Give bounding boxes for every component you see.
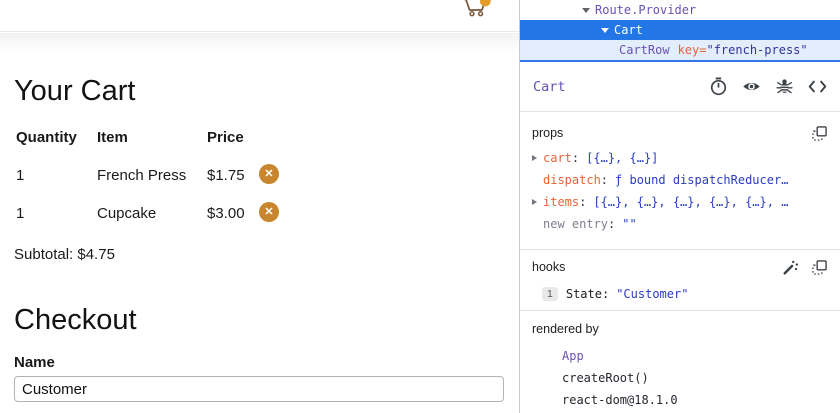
remove-item-button[interactable]: ✕ [259, 164, 279, 184]
expand-arrow-icon[interactable] [532, 199, 537, 205]
screenshot-root: Your Cart Quantity Item Price 1 French P… [0, 0, 840, 413]
owner-item-createroot[interactable]: createRoot() [532, 367, 828, 389]
chevron-down-icon[interactable] [601, 27, 609, 33]
row-price: $3.00 [207, 205, 245, 222]
row-item: Cupcake [97, 205, 157, 222]
row-price: $1.75 [207, 167, 245, 184]
component-tree: Route.Provider Cart CartRow key= "french-… [520, 0, 840, 62]
prop-row-cart[interactable]: cart: [{…}, {…}] [532, 147, 828, 169]
prop-value: [{…}, {…}] [586, 151, 659, 165]
topbar-shadow [0, 33, 519, 53]
copy-icon[interactable] [811, 125, 828, 142]
prop-value: ƒ bound dispatchReducer… [615, 173, 789, 187]
tree-item-route-provider[interactable]: Route.Provider [520, 0, 840, 20]
rendered-by-label: rendered by [532, 322, 599, 336]
prop-row-dispatch[interactable]: dispatch: ƒ bound dispatchReducer… [532, 169, 828, 191]
code-brackets-icon[interactable] [808, 77, 827, 96]
hook-row-state[interactable]: 1 State: "Customer" [532, 283, 828, 305]
row-quantity: 1 [16, 205, 25, 222]
component-name: CartRow [619, 43, 670, 57]
react-devtools-panel: Route.Provider Cart CartRow key= "french-… [519, 0, 840, 413]
inspected-component-title: Cart [533, 78, 566, 95]
key-attribute-name: key= [677, 43, 707, 57]
name-label: Name [14, 354, 55, 371]
remove-item-button[interactable]: ✕ [259, 202, 279, 222]
prop-value: [{…}, {…}, {…}, {…}, {…}, … [593, 195, 789, 209]
shopping-cart-icon[interactable] [460, 0, 491, 23]
header-price: Price [207, 129, 244, 146]
magic-wand-icon[interactable] [782, 259, 799, 276]
hook-index-badge: 1 [542, 287, 558, 301]
name-input[interactable] [14, 376, 504, 402]
eye-icon[interactable] [742, 77, 761, 96]
tree-item-cartrow[interactable]: CartRow key= "french-press" [520, 40, 840, 60]
checkout-heading: Checkout [14, 304, 137, 336]
key-attribute-value: "french-press" [706, 43, 808, 57]
copy-icon[interactable] [811, 259, 828, 276]
cart-badge [479, 0, 491, 7]
rendered-by-section: rendered by App createRoot() react-dom@1… [520, 311, 840, 413]
chevron-down-icon[interactable] [582, 7, 590, 13]
header-item: Item [97, 129, 128, 146]
owner-item-react-dom: react-dom@18.1.0 [562, 393, 678, 407]
hooks-label: hooks [532, 260, 566, 274]
your-cart-heading: Your Cart [14, 75, 136, 107]
header-quantity: Quantity [16, 129, 77, 146]
shop-app: Your Cart Quantity Item Price 1 French P… [0, 0, 519, 413]
hook-name: State [565, 287, 602, 301]
hook-value: "Customer" [616, 287, 689, 301]
app-topbar [0, 0, 519, 32]
props-section: props cart: [{…}, {…}] dispatch: ƒ boun… [520, 112, 840, 250]
cart-table: Quantity Item Price 1 French Press $1.75… [0, 129, 300, 229]
prop-row-items[interactable]: items: [{…}, {…}, {…}, {…}, {…}, … [532, 191, 828, 213]
tree-item-cart-selected[interactable]: Cart [520, 20, 840, 40]
stopwatch-icon[interactable] [709, 77, 728, 96]
component-name: Route.Provider [595, 3, 697, 17]
expand-arrow-icon[interactable] [532, 155, 537, 161]
prop-value: "" [622, 217, 637, 231]
row-quantity: 1 [16, 167, 25, 184]
owner-item-app[interactable]: App [532, 345, 828, 367]
props-label: props [532, 126, 564, 140]
hooks-section: hooks 1 State: "Customer" [520, 250, 840, 311]
inspected-component-header: Cart [520, 62, 840, 112]
subtotal-text: Subtotal: $4.75 [14, 246, 115, 263]
component-name: Cart [614, 23, 643, 37]
prop-row-new-entry[interactable]: new entry: "" [532, 213, 828, 235]
row-item: French Press [97, 167, 187, 184]
bug-icon[interactable] [775, 77, 794, 96]
